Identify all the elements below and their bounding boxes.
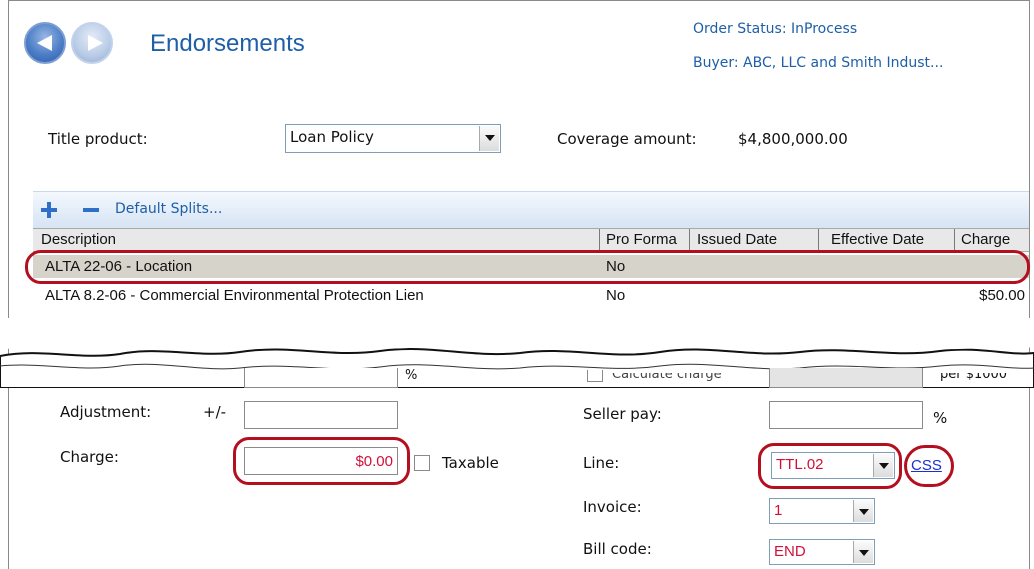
grid-toolbar: Default Splits... xyxy=(33,191,1029,229)
column-header-issued-date[interactable]: Issued Date xyxy=(697,231,777,248)
seller-pay-percent: % xyxy=(933,409,948,427)
seller-pay-label: Seller pay: xyxy=(583,405,662,423)
dropdown-arrow-icon[interactable] xyxy=(853,500,873,522)
seller-pay-input[interactable] xyxy=(769,401,923,429)
taxable-checkbox[interactable] xyxy=(414,455,430,471)
adjustment-label: Adjustment: xyxy=(60,403,152,421)
highlight-oval-row xyxy=(25,250,1030,284)
bill-code-select[interactable]: END xyxy=(769,539,875,565)
adjustment-input[interactable] xyxy=(244,401,398,429)
coverage-label: Coverage amount: xyxy=(557,130,697,148)
column-divider xyxy=(818,229,819,251)
partial-percent-label: % xyxy=(405,368,418,383)
back-arrow-icon[interactable] xyxy=(24,22,66,64)
column-header-pro-forma[interactable]: Pro Forma xyxy=(606,231,677,248)
row-charge: $50.00 xyxy=(979,287,1025,304)
column-divider xyxy=(954,229,955,251)
add-icon[interactable] xyxy=(41,202,57,218)
column-header-charge[interactable]: Charge xyxy=(961,231,1010,248)
taxable-label: Taxable xyxy=(442,454,499,472)
title-product-label: Title product: xyxy=(48,130,148,148)
bill-code-value: END xyxy=(774,543,806,560)
column-divider xyxy=(599,229,600,251)
grid-header: Description Pro Forma Issued Date Effect… xyxy=(33,228,1029,252)
buyer-info: Buyer: ABC, LLC and Smith Indust... xyxy=(693,55,944,71)
order-status: Order Status: InProcess xyxy=(693,21,858,37)
bill-code-label: Bill code: xyxy=(583,540,652,558)
rate-input-field xyxy=(769,368,923,388)
dropdown-arrow-icon[interactable] xyxy=(479,126,499,151)
invoice-label: Invoice: xyxy=(583,498,642,516)
column-header-description[interactable]: Description xyxy=(41,231,116,248)
row-pro-forma: No xyxy=(606,287,626,304)
adjustment-sign: +/- xyxy=(203,403,227,421)
column-divider xyxy=(689,229,690,251)
dropdown-arrow-icon[interactable] xyxy=(853,541,873,563)
line-label: Line: xyxy=(583,454,620,472)
title-product-value: Loan Policy xyxy=(290,128,374,146)
remove-icon[interactable] xyxy=(83,208,99,212)
invoice-select[interactable]: 1 xyxy=(769,498,875,524)
forward-arrow-icon[interactable] xyxy=(71,22,113,64)
page-title: Endorsements xyxy=(150,30,305,57)
highlight-oval-charge xyxy=(233,437,410,485)
charge-label: Charge: xyxy=(60,448,119,466)
calculate-charge-checkbox[interactable] xyxy=(587,370,603,382)
column-header-effective-date[interactable]: Effective Date xyxy=(831,231,924,248)
default-splits-button[interactable]: Default Splits... xyxy=(115,201,222,217)
coverage-value: $4,800,000.00 xyxy=(738,130,848,148)
highlight-oval-line xyxy=(758,443,902,489)
highlight-oval-css xyxy=(904,445,954,487)
invoice-value: 1 xyxy=(774,502,783,519)
partial-input-field[interactable] xyxy=(244,368,398,388)
row-description: ALTA 8.2-06 - Commercial Environmental P… xyxy=(45,287,424,304)
table-row[interactable]: ALTA 8.2-06 - Commercial Environmental P… xyxy=(33,284,1029,307)
title-product-select[interactable]: Loan Policy xyxy=(285,124,501,153)
